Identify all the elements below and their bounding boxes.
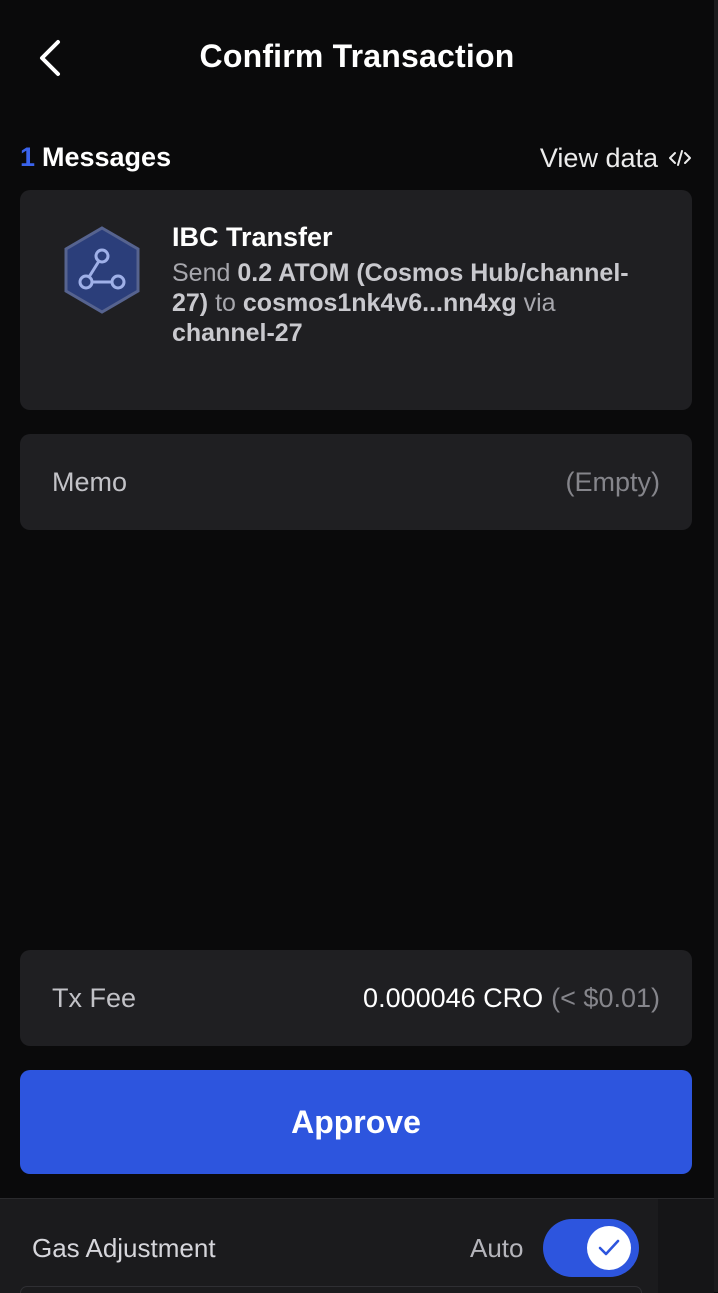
message-title: IBC Transfer [172,222,333,252]
message-description: Send 0.2 ATOM (Cosmos Hub/channel-27) to… [172,259,629,347]
tx-fee-value: 0.000046 CRO (< $0.01) [363,983,660,1014]
header: Confirm Transaction [0,0,714,116]
gas-auto-toggle[interactable] [543,1219,639,1277]
messages-label: Messages [42,142,172,172]
gas-auto-label: Auto [470,1233,524,1263]
messages-count: 1 [20,142,36,172]
memo-row: Memo (Empty) [20,434,692,530]
ibc-transfer-icon [64,226,140,314]
tx-fee-row: Tx Fee 0.000046 CRO (< $0.01) [20,950,692,1046]
message-card: IBC Transfer Send 0.2 ATOM (Cosmos Hub/c… [20,190,692,410]
memo-value: (Empty) [565,467,661,497]
approve-button[interactable]: Approve [20,1070,692,1174]
gas-adjustment-bar: Gas Adjustment Auto [0,1198,714,1293]
side-panel [658,1199,714,1293]
tx-fee-label: Tx Fee [52,983,137,1013]
window-edge [714,0,718,1292]
messages-row: 1 Messages View data [20,140,692,180]
tx-fee-usd: (< $0.01) [551,983,660,1013]
view-data-button[interactable]: View data [540,140,692,176]
channel-name: channel-27 [172,319,303,347]
confirm-transaction-screen: Confirm Transaction 1 Messages View data… [0,0,714,1293]
recipient-address: cosmos1nk4v6...nn4xg [242,289,517,317]
view-data-label: View data [539,142,658,173]
gas-adjustment-label: Gas Adjustment [32,1233,216,1263]
memo-label: Memo [52,467,128,497]
tx-fee-amount: 0.000046 CRO [363,983,544,1013]
toggle-knob [587,1226,631,1270]
code-icon [669,150,691,166]
page-title: Confirm Transaction [199,38,515,74]
checkmark-icon [598,1239,620,1256]
